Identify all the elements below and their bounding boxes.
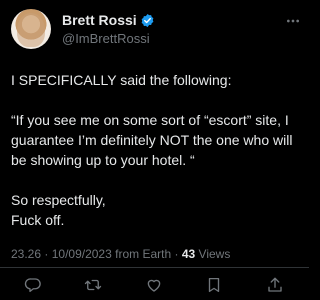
bookmark-icon[interactable] bbox=[205, 276, 223, 294]
tweet-line-closing-2: Fuck off. bbox=[11, 212, 65, 228]
tweet-quote: “If you see me on some sort of “escort” … bbox=[11, 112, 293, 168]
share-icon[interactable] bbox=[266, 276, 284, 294]
tweet-header: Brett Rossi @ImBrettRossi bbox=[11, 9, 301, 53]
avatar[interactable] bbox=[11, 9, 51, 49]
more-icon[interactable] bbox=[285, 13, 301, 29]
action-bar bbox=[0, 276, 309, 296]
display-name[interactable]: Brett Rossi bbox=[62, 12, 137, 28]
avatar-image bbox=[17, 13, 45, 47]
tweet-text: I SPECIFICALLY said the following: “If y… bbox=[11, 70, 303, 230]
tweet-source: from Earth bbox=[115, 247, 172, 261]
like-icon[interactable] bbox=[145, 276, 163, 294]
user-handle[interactable]: @ImBrettRossi bbox=[62, 31, 150, 46]
reply-icon[interactable] bbox=[24, 276, 42, 294]
meta-separator: · bbox=[174, 247, 182, 261]
verified-badge-icon bbox=[141, 13, 154, 27]
tweet-line-intro: I SPECIFICALLY said the following: bbox=[11, 72, 232, 88]
tweet-line-closing-1: So respectfully, bbox=[11, 192, 106, 208]
name-row: Brett Rossi bbox=[62, 12, 155, 28]
views-label: Views bbox=[198, 247, 231, 261]
tweet-date[interactable]: 10/09/2023 bbox=[52, 247, 112, 261]
meta-separator: · bbox=[44, 247, 52, 261]
views-count[interactable]: 43 bbox=[182, 247, 195, 261]
retweet-icon[interactable] bbox=[84, 276, 102, 294]
tweet-meta: 23.26 · 10/09/2023 from Earth · 43 Views bbox=[11, 247, 230, 261]
tweet-time[interactable]: 23.26 bbox=[11, 247, 41, 261]
divider bbox=[0, 267, 309, 268]
